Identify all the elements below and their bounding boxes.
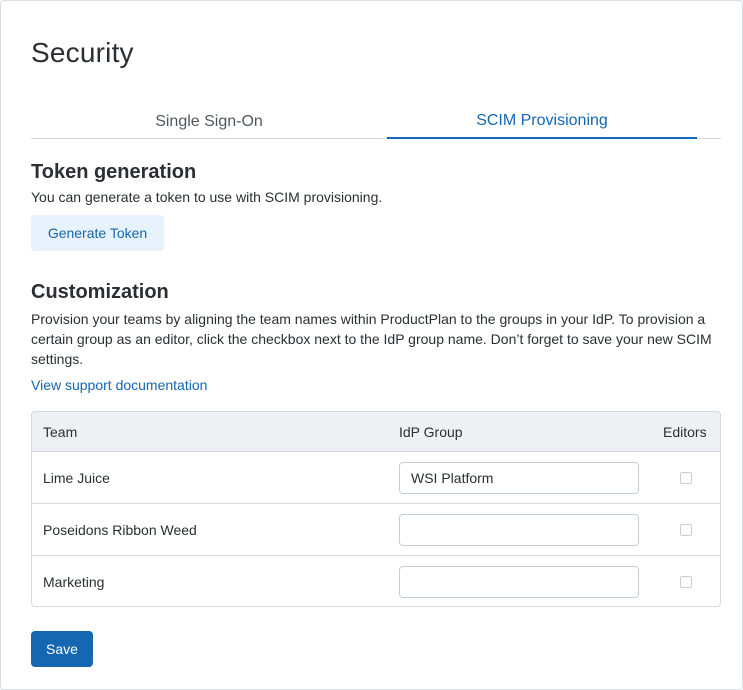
editor-checkbox[interactable] xyxy=(680,524,692,536)
table-row: Poseidons Ribbon Weed xyxy=(32,504,720,556)
customization-title: Customization xyxy=(31,281,169,303)
customization-description: Provision your teams by aligning the tea… xyxy=(31,311,712,367)
team-name: Lime Juice xyxy=(43,470,110,486)
token-generation-description: You can generate a token to use with SCI… xyxy=(31,189,383,205)
idp-group-input[interactable] xyxy=(399,514,639,546)
tab-single-sign-on[interactable]: Single Sign-On xyxy=(31,105,387,139)
page-title: Security xyxy=(31,37,134,68)
team-mapping-table: Team IdP Group Editors Lime Juice Poseid… xyxy=(31,411,721,607)
idp-group-input[interactable] xyxy=(399,462,639,494)
idp-group-input[interactable] xyxy=(399,566,639,598)
token-generation-title: Token generation xyxy=(31,161,197,183)
security-panel: Security Single Sign-On SCIM Provisionin… xyxy=(0,0,743,690)
table-row: Marketing xyxy=(32,556,720,606)
tab-scim-provisioning[interactable]: SCIM Provisioning xyxy=(387,105,697,139)
team-name: Marketing xyxy=(43,574,105,590)
column-header-idp-group: IdP Group xyxy=(399,424,463,440)
generate-token-button[interactable]: Generate Token xyxy=(31,215,164,251)
editor-checkbox[interactable] xyxy=(680,472,692,484)
team-name: Poseidons Ribbon Weed xyxy=(43,522,197,538)
table-row: Lime Juice xyxy=(32,452,720,504)
save-button[interactable]: Save xyxy=(31,631,93,667)
column-header-editors: Editors xyxy=(663,424,707,440)
editor-checkbox[interactable] xyxy=(680,576,692,588)
tab-bar: Single Sign-On SCIM Provisioning xyxy=(31,105,721,139)
table-header: Team IdP Group Editors xyxy=(32,412,720,452)
column-header-team: Team xyxy=(43,424,78,440)
support-documentation-link[interactable]: View support documentation xyxy=(31,377,207,393)
